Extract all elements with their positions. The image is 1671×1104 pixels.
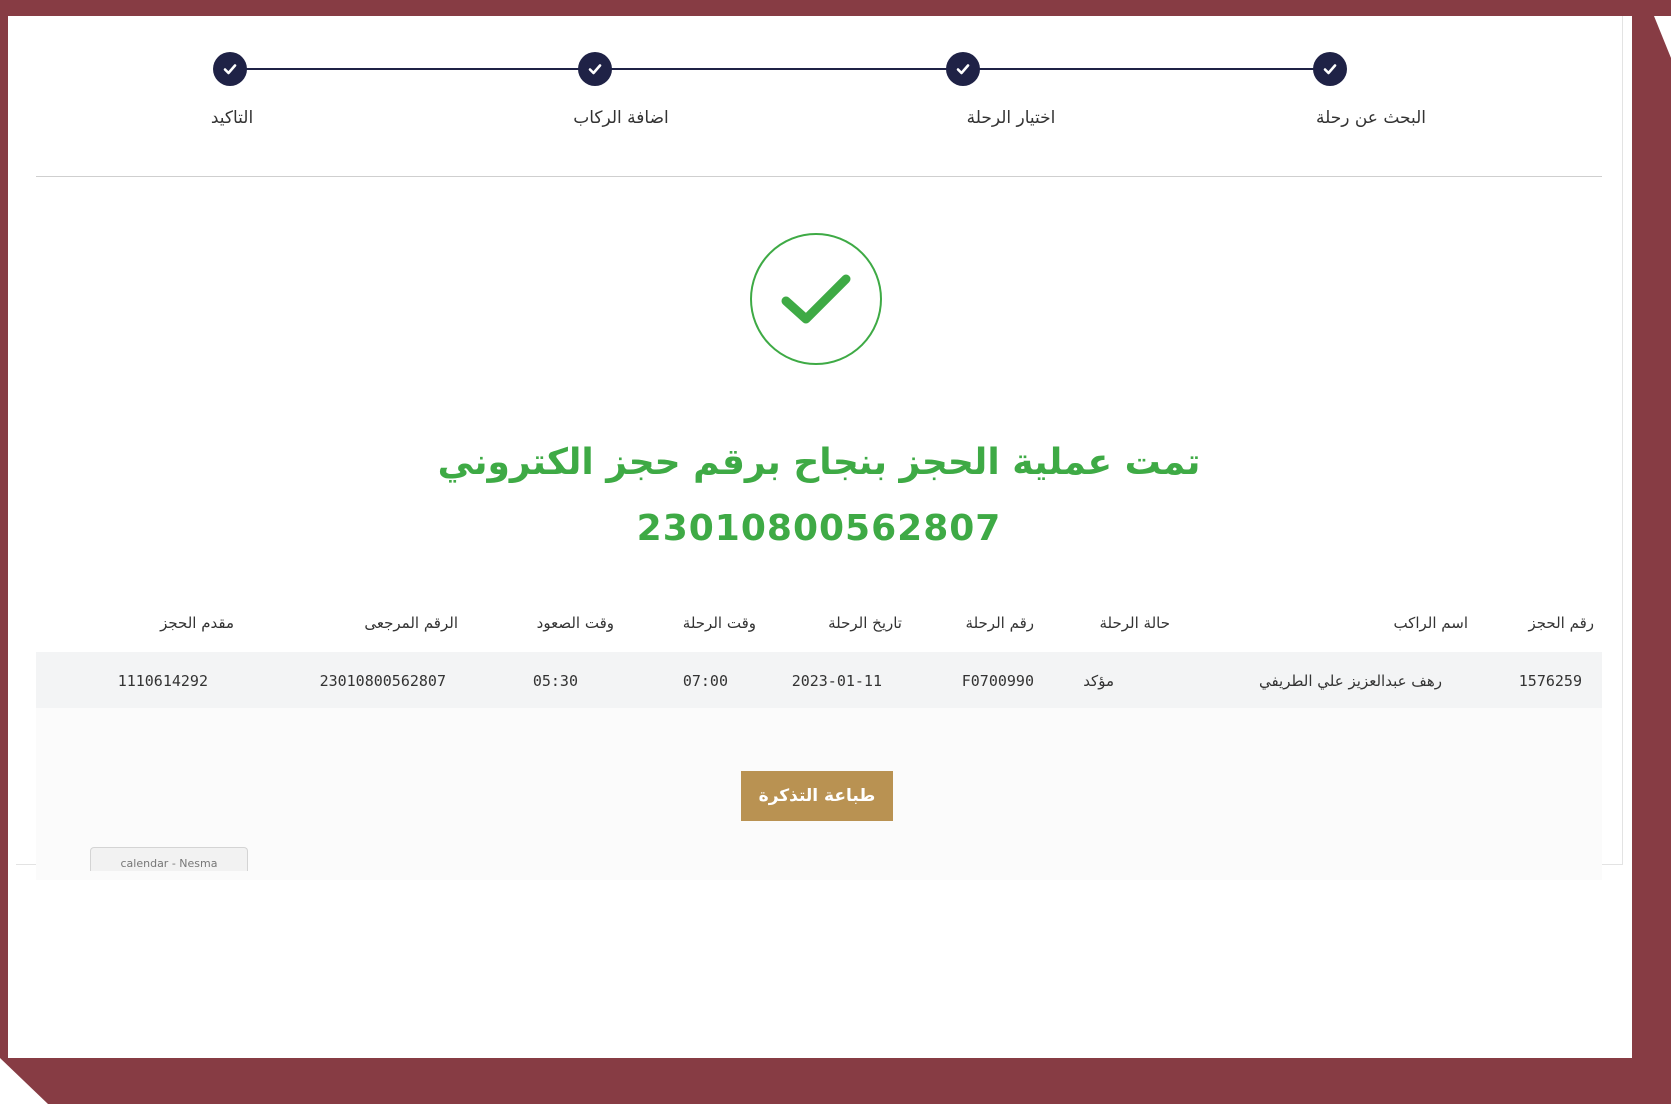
col-applicant: مقدم الحجز bbox=[160, 614, 234, 632]
step-search-circle bbox=[1313, 52, 1347, 86]
step-search-label: البحث عن رحلة bbox=[1315, 108, 1427, 128]
step-confirm-circle bbox=[213, 52, 247, 86]
frame-right-border bbox=[1632, 16, 1671, 1104]
booking-confirmation-card: البحث عن رحلة اختيار الرحلة اضافة الركاب… bbox=[16, 16, 1623, 880]
cell-flight-time: 07:00 bbox=[682, 672, 728, 690]
success-message: تمت عملية الحجز بنجاح برقم حجز الكتروني bbox=[437, 442, 1201, 483]
calendar-tab[interactable]: calendar - Nesma bbox=[90, 847, 248, 871]
check-icon bbox=[588, 64, 602, 75]
cell-boarding-time: 05:30 bbox=[532, 672, 578, 690]
cell-reference-no: 23010800562807 bbox=[319, 672, 446, 690]
success-check-icon bbox=[781, 274, 851, 324]
stepper-divider bbox=[36, 176, 1602, 177]
step-passengers-label: اضافة الركاب bbox=[573, 108, 669, 128]
booking-number: 23010800562807 bbox=[636, 508, 1002, 549]
step-confirm-label: التاكيد bbox=[210, 108, 254, 128]
frame-bottom-border bbox=[0, 1058, 1671, 1104]
cell-flight-no: F0700990 bbox=[961, 672, 1034, 690]
step-select-circle bbox=[946, 52, 980, 86]
cell-flight-date: 2023-01-11 bbox=[791, 672, 882, 690]
frame-top-border bbox=[0, 0, 1671, 16]
check-icon bbox=[1323, 64, 1337, 75]
col-flight-no: رقم الرحلة bbox=[965, 614, 1034, 632]
col-reference-no: الرقم المرجعى bbox=[364, 614, 458, 632]
calendar-tab-label: calendar - Nesma bbox=[120, 857, 218, 870]
col-flight-time: وقت الرحلة bbox=[682, 614, 756, 632]
col-boarding-time: وقت الصعود bbox=[536, 614, 614, 632]
frame-left-border bbox=[0, 0, 8, 1104]
stepper-line bbox=[230, 68, 1330, 70]
check-icon bbox=[956, 64, 970, 75]
booking-stepper: البحث عن رحلة اختيار الرحلة اضافة الركاب… bbox=[16, 16, 1622, 176]
col-flight-status: حالة الرحلة bbox=[1099, 614, 1170, 632]
step-select-label: اختيار الرحلة bbox=[966, 108, 1056, 128]
col-passenger-name: اسم الراكب bbox=[1393, 614, 1468, 632]
check-icon bbox=[223, 64, 237, 75]
step-passengers-circle bbox=[578, 52, 612, 86]
col-flight-date: تاريخ الرحلة bbox=[828, 614, 902, 632]
cell-booking-no: 1576259 bbox=[1518, 672, 1582, 690]
print-ticket-button[interactable]: طباعة التذكرة bbox=[741, 771, 893, 821]
cell-applicant: 1110614292 bbox=[117, 672, 208, 690]
success-badge bbox=[750, 233, 882, 365]
col-booking-no: رقم الحجز bbox=[1528, 614, 1594, 632]
cell-passenger-name: رهف عبدالعزيز علي الطريفي bbox=[1258, 672, 1442, 690]
cell-flight-status: مؤكد bbox=[1083, 672, 1114, 690]
